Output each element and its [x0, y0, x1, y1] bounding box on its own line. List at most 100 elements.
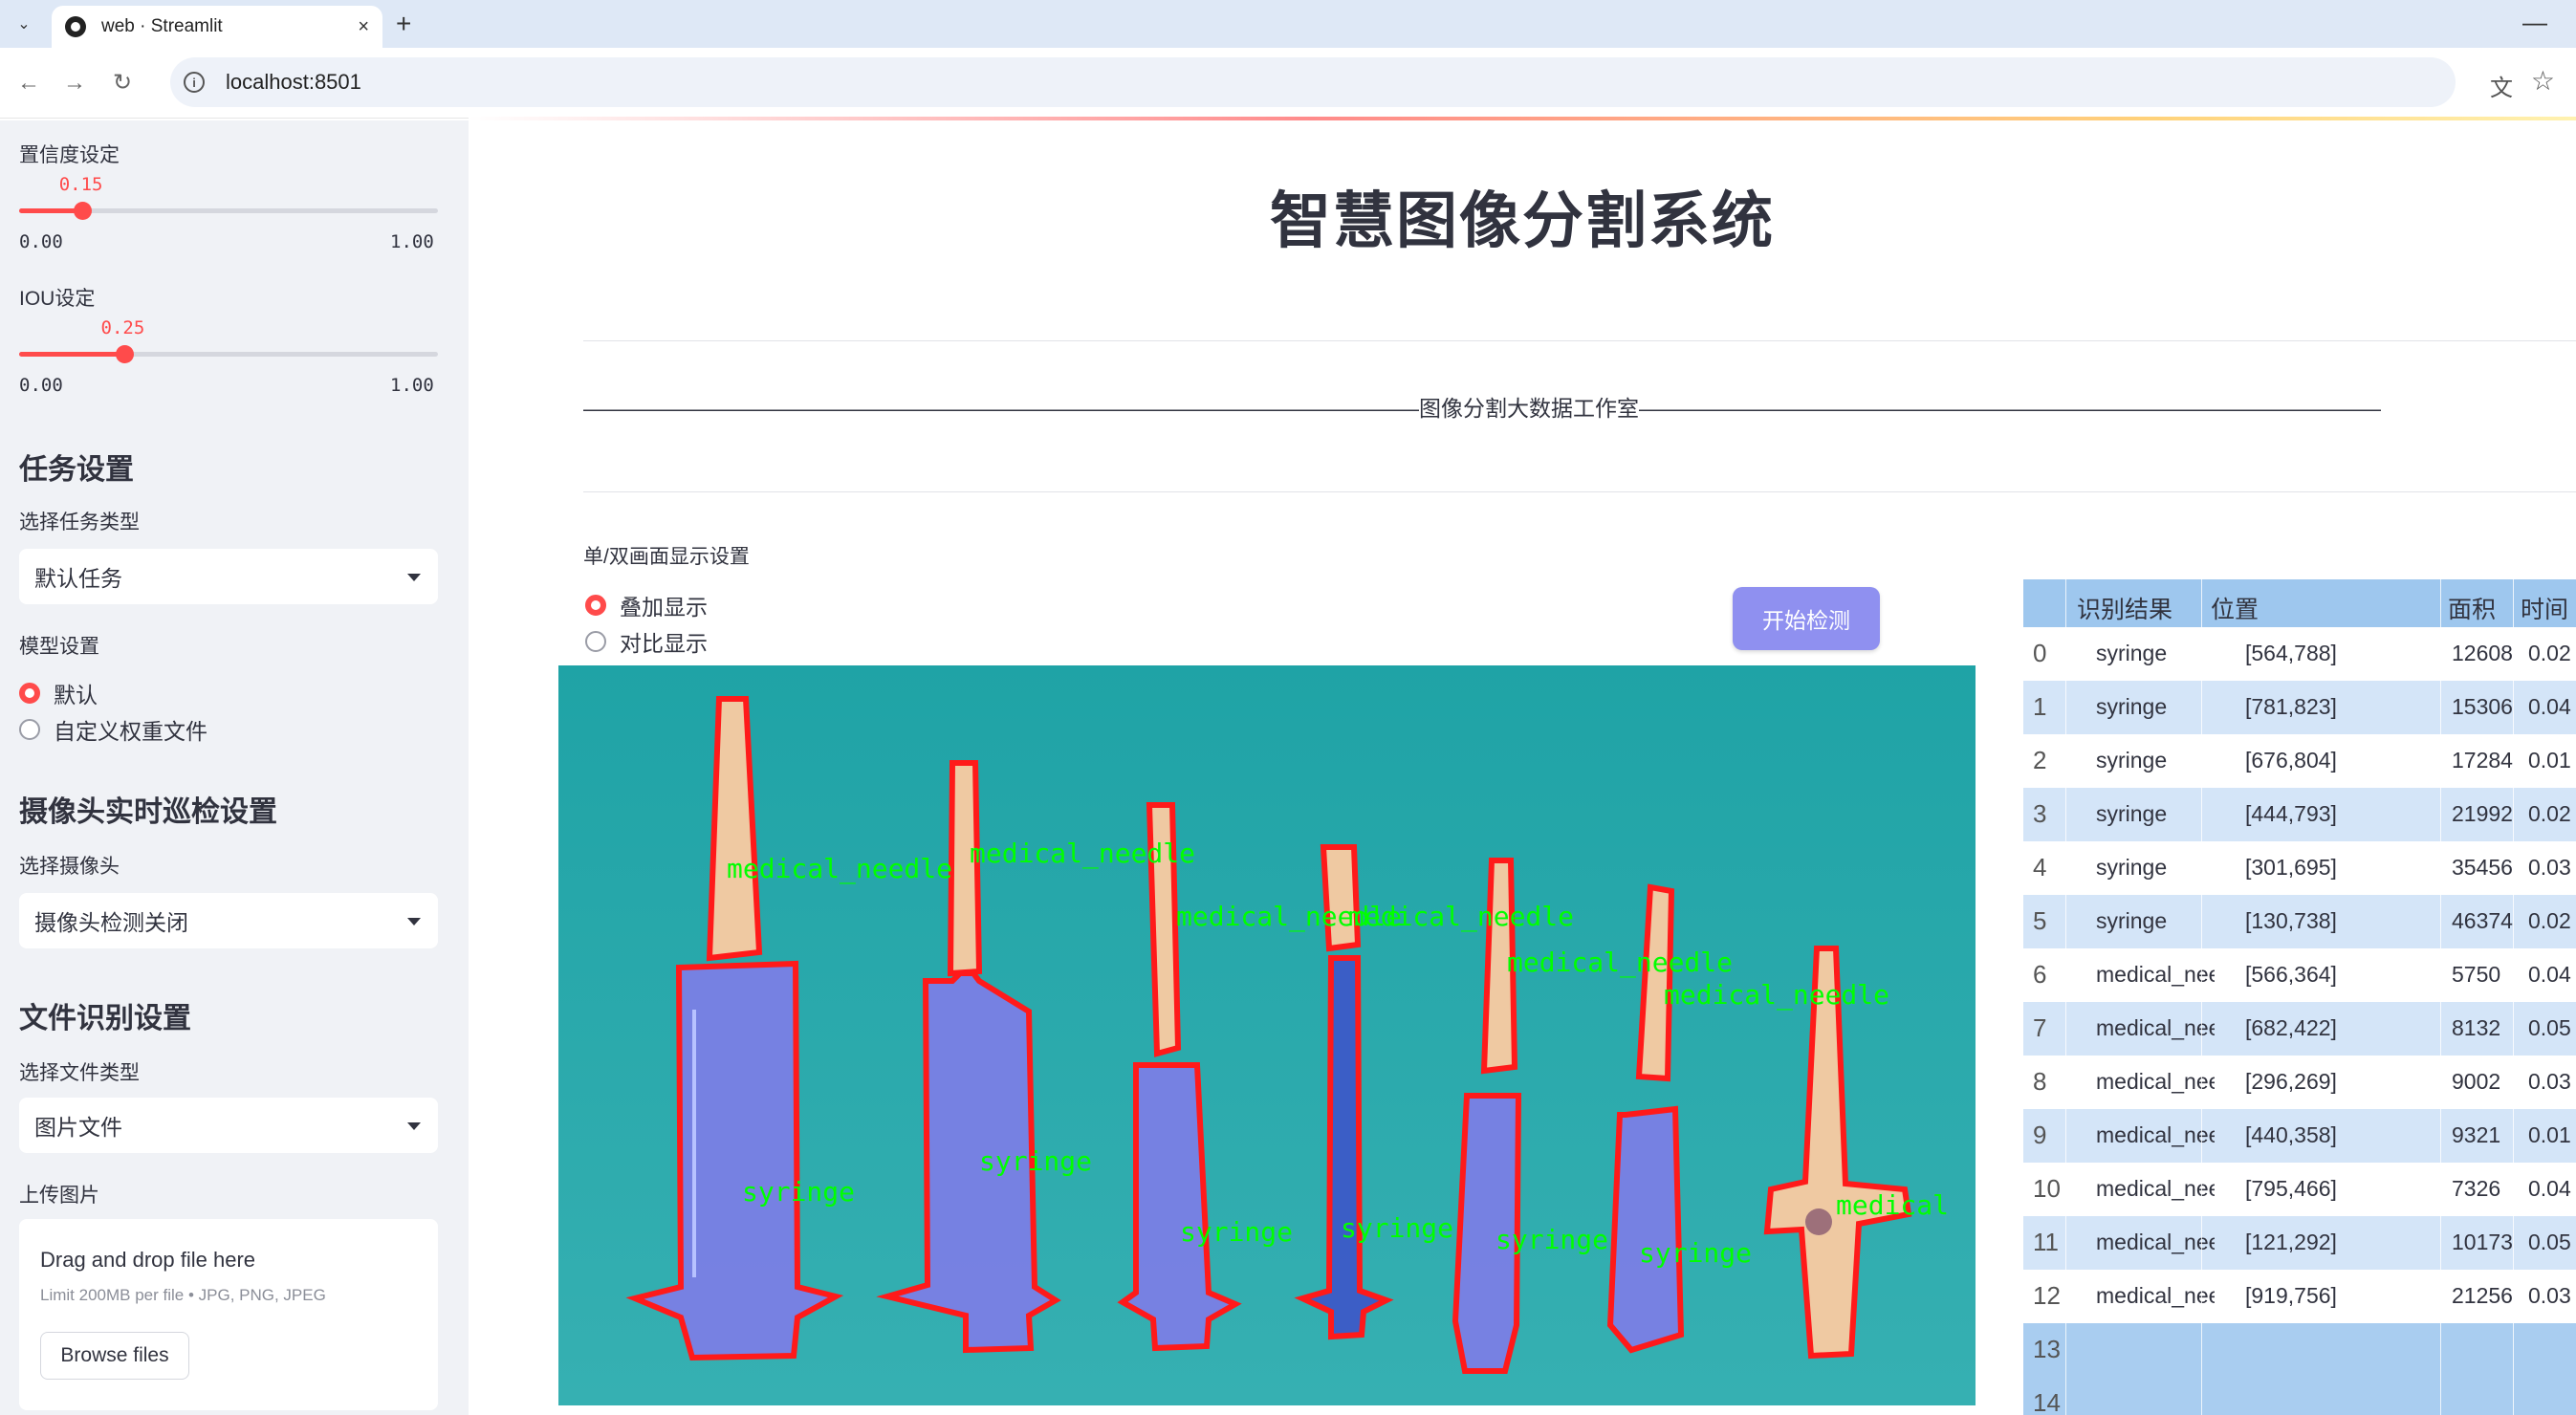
display-option-compare[interactable]: 对比显示	[585, 625, 708, 658]
cell-pos: [130,738]	[2245, 908, 2337, 933]
task-type-label: 选择任务类型	[19, 512, 140, 533]
file-type-select[interactable]: 图片文件	[19, 1098, 438, 1153]
table-row[interactable]: 8 medical_needle [296,269] 9002 0.03	[2023, 1056, 2576, 1109]
cell-pos: [444,793]	[2245, 801, 2337, 826]
segmentation-result-image: medical_needle medical_needle medical_ne…	[558, 665, 1976, 1405]
overlay-label-syringe: syringe	[1495, 1224, 1608, 1255]
table-row[interactable]: 12 medical_needle [919,756] 21256 0.03	[2023, 1270, 2576, 1323]
bookmark-star-icon[interactable]: ☆	[2531, 65, 2555, 97]
cell-pos: [566,364]	[2245, 962, 2337, 987]
cell-area: 9321	[2452, 1122, 2501, 1147]
file-dropzone[interactable]: Drag and drop file here Limit 200MB per …	[19, 1219, 438, 1410]
url-text: localhost:8501	[226, 70, 361, 94]
file-type-value: 图片文件	[34, 1115, 122, 1140]
forward-arrow-icon[interactable]: →	[63, 69, 86, 98]
cell-area: 46374	[2452, 908, 2513, 933]
cell-idx: 7	[2033, 1013, 2047, 1042]
tab-title: web · Streamlit	[101, 16, 223, 36]
cell-name: syringe	[2096, 908, 2168, 933]
header-area: 面积	[2448, 597, 2497, 623]
camera-value: 摄像头检测关闭	[34, 910, 188, 935]
browser-tab[interactable]: web · Streamlit ×	[52, 6, 382, 48]
confidence-slider[interactable]	[19, 202, 438, 220]
overlay-label-needle: medical_needle	[727, 853, 952, 885]
overlay-label-syringe: syringe	[742, 1176, 855, 1208]
new-tab-button[interactable]: +	[396, 8, 411, 40]
cell-idx: 3	[2033, 799, 2047, 828]
upload-label: 上传图片	[19, 1185, 99, 1207]
camera-heading: 摄像头实时巡检设置	[19, 796, 277, 828]
cell-time: 0.03	[2528, 1283, 2571, 1308]
browse-files-button[interactable]: Browse files	[40, 1332, 189, 1380]
cell-area: 21992	[2452, 801, 2513, 826]
table-row[interactable]: 11 medical_needle [121,292] 10173 0.05	[2023, 1216, 2576, 1270]
window-minimize-icon[interactable]: —	[2522, 8, 2547, 37]
confidence-min: 0.00	[19, 231, 63, 252]
cell-time: 0.02	[2528, 641, 2571, 665]
table-row[interactable]: 13	[2023, 1323, 2576, 1377]
display-option-overlay[interactable]: 叠加显示	[585, 589, 708, 621]
model-option-custom[interactable]: 自定义权重文件	[19, 713, 207, 746]
tab-list-chevron-icon[interactable]: ⌄	[10, 10, 38, 38]
table-row[interactable]: 6 medical_needle [566,364] 5750 0.04	[2023, 948, 2576, 1002]
table-row[interactable]: 3 syringe [444,793] 21992 0.02	[2023, 788, 2576, 841]
task-type-select[interactable]: 默认任务	[19, 549, 438, 604]
table-row[interactable]: 4 syringe [301,695] 35456 0.03	[2023, 841, 2576, 895]
table-row[interactable]: 1 syringe [781,823] 15306 0.04	[2023, 681, 2576, 734]
cell-name: medical_needle	[2096, 1122, 2215, 1147]
model-option-label: 自定义权重文件	[54, 719, 207, 744]
table-row[interactable]: 5 syringe [130,738] 46374 0.02	[2023, 895, 2576, 948]
iou-min: 0.00	[19, 375, 63, 396]
table-row[interactable]: 0 syringe [564,788] 12608 0.02	[2023, 627, 2576, 681]
overlay-label-needle-cut: medical	[1836, 1189, 1949, 1221]
table-row[interactable]: 9 medical_needle [440,358] 9321 0.01	[2023, 1109, 2576, 1163]
translate-icon[interactable]: 文	[2490, 69, 2513, 102]
iou-slider[interactable]	[19, 345, 438, 363]
table-row[interactable]: 7 medical_needle [682,422] 8132 0.05	[2023, 1002, 2576, 1056]
camera-select[interactable]: 摄像头检测关闭	[19, 893, 438, 948]
display-mode-label: 单/双画面显示设置	[583, 546, 750, 568]
model-option-default[interactable]: 默认	[19, 677, 98, 709]
cell-time: 0.04	[2528, 1176, 2571, 1201]
page-title: 智慧图像分割系统	[1270, 186, 1775, 255]
cell-area: 10173	[2452, 1230, 2513, 1254]
cell-name: syringe	[2096, 694, 2168, 719]
chevron-down-icon	[407, 1122, 421, 1130]
cell-name: medical_needle	[2096, 1176, 2215, 1201]
cell-idx: 8	[2033, 1067, 2047, 1096]
cell-pos: [296,269]	[2245, 1069, 2337, 1094]
start-detection-button[interactable]: 开始检测	[1733, 587, 1880, 650]
dropzone-title: Drag and drop file here	[40, 1248, 256, 1272]
confidence-slider-thumb[interactable]	[73, 202, 92, 220]
display-option-label: 对比显示	[620, 631, 708, 656]
cell-idx: 12	[2033, 1281, 2061, 1310]
cell-idx: 1	[2033, 692, 2047, 721]
url-input[interactable]: i localhost:8501	[170, 57, 2456, 107]
radio-unselected-icon	[19, 719, 40, 740]
cell-area: 12608	[2452, 641, 2513, 665]
cell-time: 0.01	[2528, 748, 2571, 773]
iou-slider-fill	[19, 352, 124, 357]
cell-name: medical_needle	[2096, 1015, 2215, 1040]
site-info-icon[interactable]: i	[184, 72, 205, 93]
cell-idx: 2	[2033, 746, 2047, 774]
table-row[interactable]: 14	[2023, 1377, 2576, 1415]
cell-idx: 4	[2033, 853, 2047, 882]
overlay-label-needle: medical_needle	[1348, 901, 1574, 933]
camera-label: 选择摄像头	[19, 856, 120, 878]
address-bar: ← → ↻ i localhost:8501 文 ☆	[0, 48, 2576, 119]
reload-icon[interactable]: ↻	[113, 69, 132, 98]
cell-time: 0.01	[2528, 1122, 2571, 1147]
task-heading: 任务设置	[19, 454, 134, 486]
tab-close-icon[interactable]: ×	[358, 16, 369, 38]
iou-slider-thumb[interactable]	[115, 345, 134, 363]
table-row[interactable]: 10 medical_needle [795,466] 7326 0.04	[2023, 1163, 2576, 1216]
display-option-label: 叠加显示	[620, 595, 708, 620]
cell-idx: 6	[2033, 960, 2047, 989]
results-table[interactable]: 识别结果 位置 面积 时间 0 syringe [564,788] 12608 0.02…	[2023, 579, 2576, 1415]
table-header: 识别结果 位置 面积 时间	[2023, 579, 2576, 627]
table-row[interactable]: 2 syringe [676,804] 17284 0.01	[2023, 734, 2576, 788]
streamlit-status-strip	[469, 117, 2576, 120]
cell-pos: [795,466]	[2245, 1176, 2337, 1201]
back-arrow-icon[interactable]: ←	[17, 69, 40, 98]
